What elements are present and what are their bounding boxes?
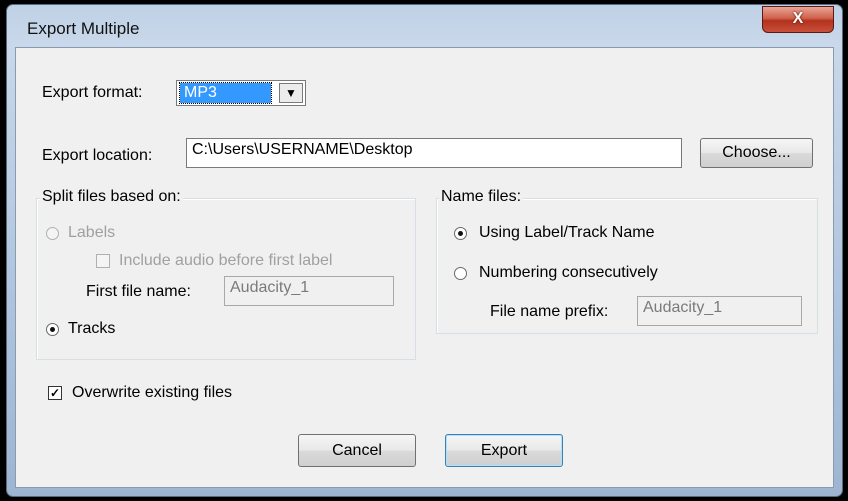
first-file-name-input[interactable]: Audacity_1 <box>224 276 394 306</box>
file-name-prefix-input[interactable]: Audacity_1 <box>637 296 802 326</box>
window-title: Export Multiple <box>27 19 140 38</box>
export-location-label: Export location: <box>42 147 153 164</box>
export-button[interactable]: Export <box>445 434 563 467</box>
overwrite-label: Overwrite existing files <box>72 384 233 401</box>
overwrite-checkbox[interactable]: ✓ <box>48 386 62 400</box>
cancel-button[interactable]: Cancel <box>298 434 416 467</box>
chevron-down-icon[interactable]: ▼ <box>279 83 303 103</box>
label-track-name-label: Using Label/Track Name <box>479 224 655 241</box>
labels-radio[interactable] <box>46 227 59 240</box>
export-format-select[interactable]: MP3 ▼ <box>176 80 306 106</box>
file-name-prefix-label: File name prefix: <box>490 303 609 320</box>
choose-button[interactable]: Choose... <box>700 138 813 168</box>
export-format-label: Export format: <box>42 84 143 101</box>
tracks-radio-label: Tracks <box>68 320 116 337</box>
numbering-label: Numbering consecutively <box>479 264 658 281</box>
close-icon: X <box>792 10 804 27</box>
export-format-value: MP3 <box>179 82 272 104</box>
close-button[interactable]: X <box>762 6 834 33</box>
title-bar[interactable]: Export Multiple X <box>7 5 842 47</box>
export-multiple-dialog: Export Multiple X Export format: MP3 ▼ E… <box>6 4 843 497</box>
include-audio-label: Include audio before first label <box>119 252 333 269</box>
name-files-group-title: Name files: <box>439 188 524 206</box>
tracks-radio[interactable] <box>46 323 59 336</box>
dialog-body: Export format: MP3 ▼ Export location: C:… <box>15 47 834 488</box>
include-audio-checkbox[interactable] <box>96 254 110 268</box>
label-track-name-radio[interactable] <box>454 227 467 240</box>
split-files-group-title: Split files based on: <box>40 188 183 206</box>
first-file-name-label: First file name: <box>86 283 191 300</box>
numbering-radio[interactable] <box>454 267 467 280</box>
export-location-input[interactable]: C:\Users\USERNAME\Desktop <box>186 138 682 168</box>
labels-radio-label: Labels <box>68 224 116 241</box>
